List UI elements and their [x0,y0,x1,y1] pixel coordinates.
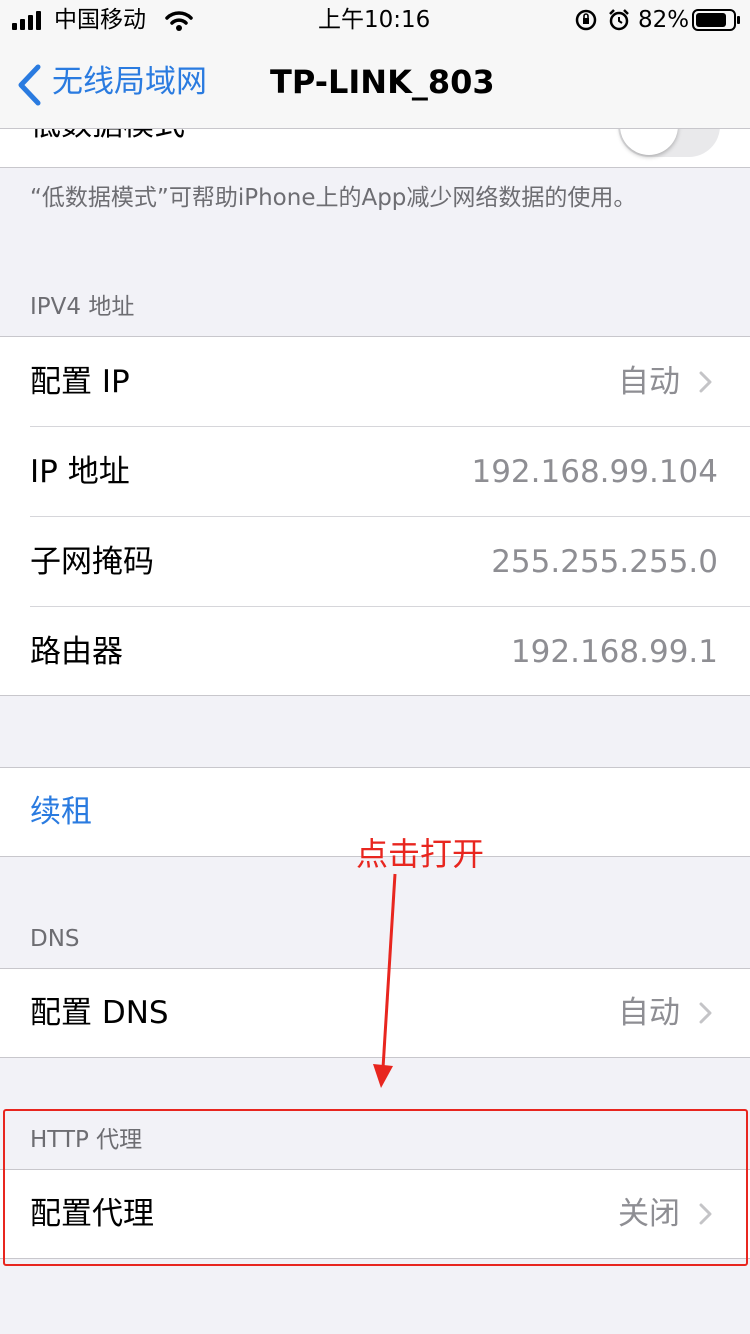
ipv4-group: 配置 IP 自动 IP 地址 192.168.99.104 子网掩码 255.2… [0,336,750,696]
battery-percent: 82% [638,7,690,33]
back-button[interactable]: 无线局域网 [0,40,240,128]
signal-icon [12,11,41,30]
arrow-down-icon [373,873,397,1088]
subnet-mask-value: 255.255.255.0 [491,544,718,580]
router-row: 路由器 192.168.99.1 [0,607,750,697]
dns-section-header: DNS [30,926,80,952]
ip-address-row: IP 地址 192.168.99.104 [0,427,750,517]
subnet-mask-row: 子网掩码 255.255.255.0 [0,517,750,607]
configure-ip-label: 配置 IP [30,364,130,400]
renew-lease-label: 续租 [30,794,92,830]
low-data-mode-row: 低数据模式 [0,129,750,168]
router-value: 192.168.99.1 [510,634,718,670]
highlight-box [3,1109,748,1266]
configure-ip-row[interactable]: 配置 IP 自动 [0,337,750,427]
status-bar: 中国移动 上午10:16 82% [0,0,750,40]
ip-address-label: IP 地址 [30,454,130,490]
status-time: 上午10:16 [318,7,431,33]
configure-ip-value: 自动 [618,364,680,400]
low-data-mode-toggle[interactable] [618,129,720,157]
configure-dns-label: 配置 DNS [30,995,169,1031]
page-title: TP-LINK_803 [270,63,495,101]
subnet-mask-label: 子网掩码 [30,544,154,580]
battery-icon [692,9,740,31]
chevron-right-icon [699,1002,712,1024]
chevron-left-icon [18,64,41,106]
orientation-lock-icon [575,9,597,31]
router-label: 路由器 [30,634,123,670]
configure-dns-value: 自动 [618,995,680,1031]
back-label: 无线局域网 [52,64,207,100]
low-data-mode-label: 低数据模式 [30,129,185,145]
low-data-mode-footer: “低数据模式”可帮助iPhone上的App减少网络数据的使用。 [30,185,637,211]
toggle-knob [620,129,678,155]
chevron-right-icon [699,371,712,393]
ipv4-section-header: IPV4 地址 [30,294,135,320]
navigation-bar: 无线局域网 TP-LINK_803 [0,40,750,129]
alarm-icon [609,9,629,31]
wifi-icon [165,11,193,31]
ip-address-value: 192.168.99.104 [471,454,718,490]
annotation-label: 点击打开 [356,835,485,873]
carrier-name: 中国移动 [54,7,146,33]
